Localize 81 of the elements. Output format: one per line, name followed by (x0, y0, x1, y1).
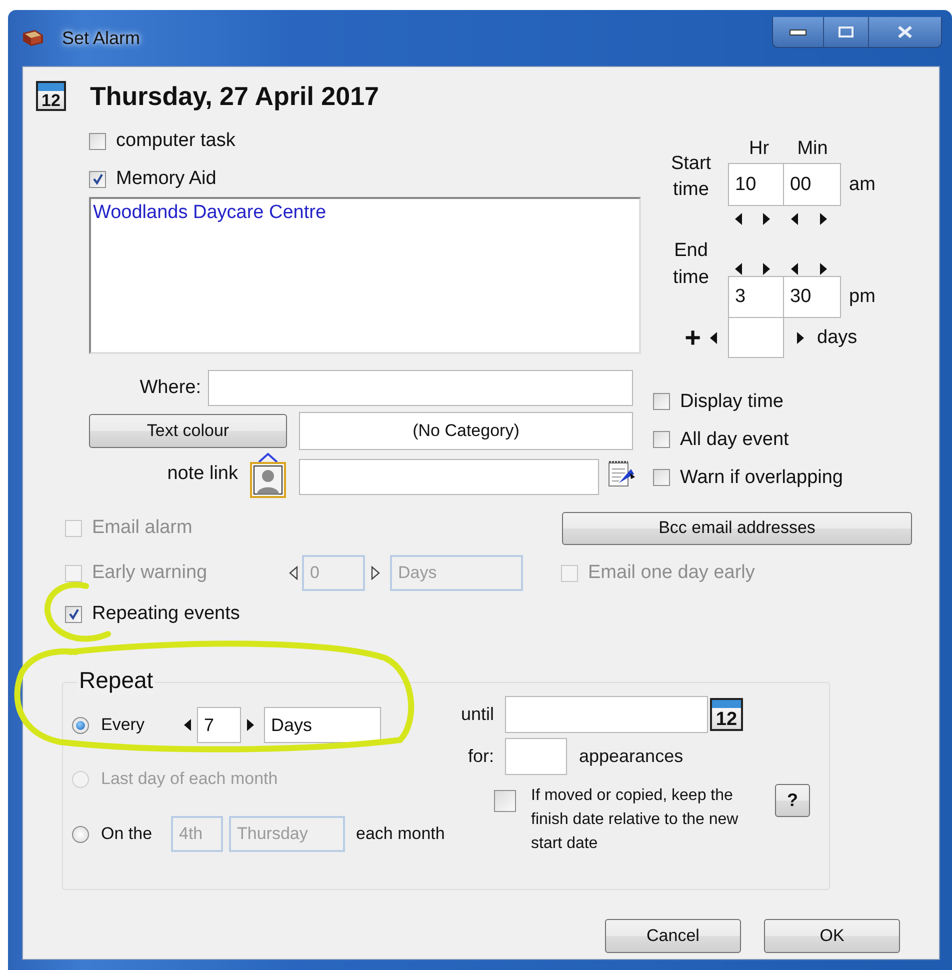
book-icon (22, 29, 44, 47)
text-colour-button[interactable]: Text colour (89, 414, 287, 448)
radio-button[interactable] (72, 716, 89, 734)
left-arrow-icon[interactable] (183, 718, 192, 732)
checkbox-label: All day event (680, 428, 789, 450)
left-arrow-icon[interactable] (790, 262, 799, 276)
days-label: days (817, 327, 858, 349)
checkbox[interactable] (653, 469, 670, 486)
calendar-icon[interactable]: 12 (710, 698, 743, 731)
right-arrow-icon[interactable] (819, 262, 828, 276)
appearances-label: appearances (579, 746, 684, 767)
until-date-field[interactable] (505, 696, 708, 733)
minimize-button[interactable] (773, 16, 823, 46)
hour-label: Hr (748, 138, 770, 160)
minimize-icon (789, 28, 807, 36)
end-hour-field[interactable]: 3 (728, 276, 784, 318)
radio-label: Last day of each month (101, 769, 278, 789)
memo-text-area[interactable]: Woodlands Daycare Centre (89, 197, 641, 354)
checkbox-label: Early warning (92, 562, 208, 584)
interval-field[interactable]: 7 (197, 707, 241, 743)
checkbox-label: computer task (116, 130, 236, 152)
dialog-button[interactable]: OK (764, 919, 900, 953)
end-minute-field[interactable]: 30 (784, 276, 841, 318)
radio-label: On the (101, 824, 154, 844)
minute-label: Min (797, 138, 828, 160)
right-arrow-icon[interactable] (819, 212, 828, 226)
left-arrow-icon[interactable] (289, 566, 298, 580)
help-button[interactable]: ? (775, 784, 810, 817)
checkbox-label: Memory Aid (116, 168, 216, 190)
for-label: for: (466, 746, 494, 767)
checkbox[interactable] (653, 393, 670, 410)
checkbox[interactable] (653, 431, 670, 448)
appearances-count-field[interactable] (505, 738, 567, 775)
window-title: Set Alarm (62, 28, 140, 48)
interval-unit-field[interactable]: Days (264, 707, 381, 743)
notepad-pen-icon[interactable] (606, 459, 636, 489)
checkbox[interactable] (89, 132, 106, 150)
am-pm-label: pm (849, 286, 876, 308)
checkbox-label: If moved or copied, keep the finish date relative to the new start date (531, 786, 740, 854)
bcc-email-addresses-button[interactable]: Bcc email addresses (562, 512, 912, 544)
plus-sign: + (684, 324, 701, 352)
end-time-label: End time (672, 239, 710, 290)
radio-label: Every (101, 715, 146, 735)
each-month-label: each month (356, 824, 445, 844)
right-arrow-icon[interactable] (762, 212, 771, 226)
checkbox[interactable] (494, 790, 516, 812)
days-field[interactable] (728, 318, 784, 358)
start-hour-field[interactable]: 10 (728, 163, 784, 206)
close-icon (897, 24, 913, 38)
checkbox-label: Warn if overlapping (680, 466, 843, 488)
left-arrow-icon[interactable] (734, 262, 743, 276)
person-avatar-icon[interactable] (250, 450, 286, 498)
checkbox-label: Email one day early (588, 562, 755, 584)
maximize-button[interactable] (823, 16, 868, 46)
checkbox[interactable] (65, 606, 82, 622)
date-heading: Thursday, 27 April 2017 (90, 80, 380, 112)
start-time-label: Start time (670, 152, 712, 202)
left-arrow-icon[interactable] (709, 331, 718, 345)
right-arrow-icon[interactable] (246, 718, 255, 732)
checkbox-label: Repeating events (92, 603, 240, 625)
category-field[interactable]: (No Category) (299, 412, 633, 450)
right-arrow-icon[interactable] (371, 566, 380, 580)
until-label: until (460, 704, 494, 725)
maximize-icon (838, 26, 854, 38)
checkbox[interactable] (89, 170, 106, 188)
close-button[interactable] (868, 16, 941, 46)
checkbox-label: Email alarm (92, 517, 192, 539)
where-field[interactable] (208, 370, 633, 406)
left-arrow-icon[interactable] (790, 212, 799, 226)
am-pm-label: am (849, 174, 876, 196)
calendar-icon: 12 (36, 81, 66, 111)
checkbox-label: Display time (680, 390, 784, 412)
right-arrow-icon[interactable] (762, 262, 771, 276)
note-link-field[interactable] (299, 459, 599, 495)
dialog-button[interactable]: Cancel (605, 919, 741, 953)
start-minute-field[interactable]: 00 (784, 163, 841, 206)
right-arrow-icon[interactable] (796, 331, 805, 345)
radio-button[interactable] (72, 826, 89, 842)
left-arrow-icon[interactable] (734, 212, 743, 226)
note-link-label: note link (166, 463, 238, 485)
where-label: Where: (138, 377, 201, 399)
